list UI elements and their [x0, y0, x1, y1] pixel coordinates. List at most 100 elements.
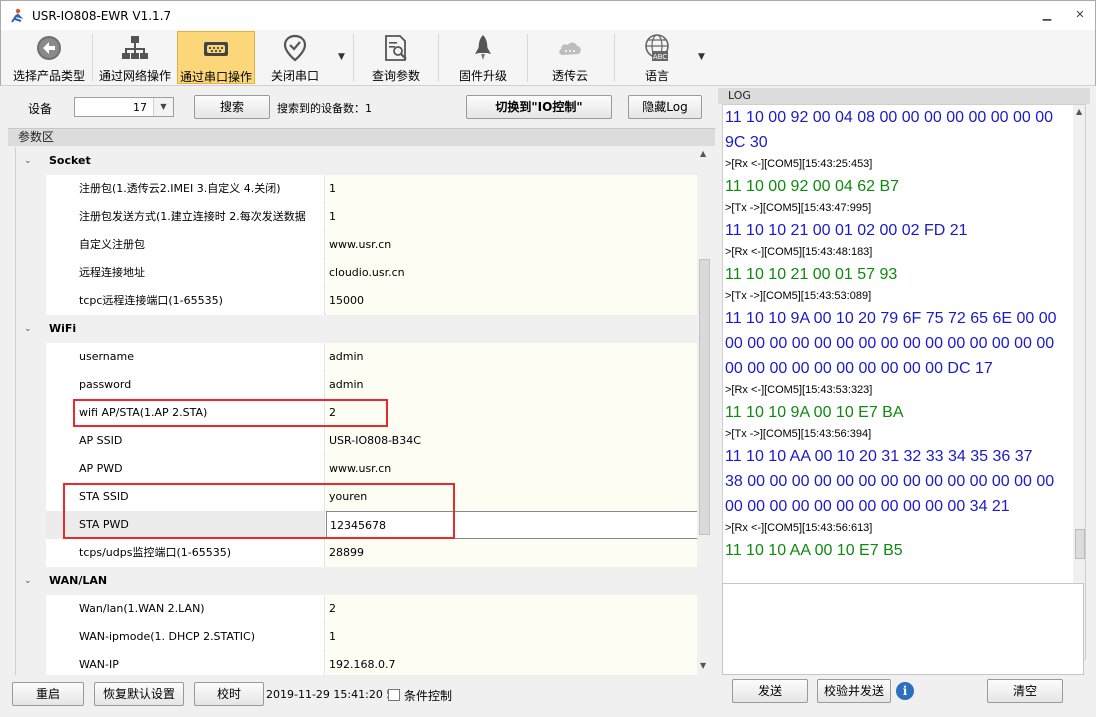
log-tx-line: 00 00 00 00 00 00 00 00 00 00 00 34 21: [725, 498, 1010, 515]
grid-scrollbar[interactable]: ▲ ▼: [697, 147, 712, 675]
log-rx-line: 11 10 00 92 00 04 62 B7: [725, 178, 900, 195]
send-input[interactable]: [722, 583, 1084, 675]
firmware-upgrade-button[interactable]: 固件升级: [447, 30, 519, 86]
device-value: 17: [133, 101, 147, 114]
query-document-icon: [385, 35, 407, 61]
property-row[interactable]: password admin: [16, 371, 697, 399]
property-row[interactable]: AP SSID USR-IO808-B34C: [16, 427, 697, 455]
svg-text:ABC: ABC: [653, 53, 667, 61]
sync-time-button[interactable]: 校时: [194, 682, 264, 706]
network-icon: [122, 36, 148, 59]
search-button[interactable]: 搜索: [194, 95, 270, 119]
switch-io-control-button[interactable]: 切换到"IO控制": [466, 95, 612, 119]
log-tx-line: 00 00 00 00 00 00 00 00 00 00 DC 17: [725, 360, 993, 377]
back-arrow-icon: [37, 36, 61, 60]
restart-button[interactable]: 重启: [12, 682, 84, 706]
category-wifi[interactable]: ⌄ WiFi: [16, 315, 697, 343]
serial-operation-button[interactable]: 通过串口操作: [177, 31, 255, 84]
info-icon[interactable]: i: [896, 682, 914, 700]
category-socket[interactable]: ⌄ Socket: [16, 147, 697, 175]
rocket-icon: [475, 35, 491, 60]
window-title: USR-IO808-EWR V1.1.7: [32, 9, 172, 23]
globe-abc-icon: ABC: [645, 34, 669, 61]
log-tx-line: 11 10 10 21 00 01 02 00 02 FD 21: [725, 222, 968, 239]
log-output: >[Tx ->][COM5][15:43:25:286]11 10 00 92 …: [722, 104, 1086, 660]
minimize-button[interactable]: ▁: [1039, 7, 1055, 23]
property-row[interactable]: 注册包(1.透传云2.IMEI 3.自定义 4.关闭) 1: [16, 175, 697, 203]
log-timestamp-line: >[Rx <-][COM5][15:43:56:613]: [725, 522, 873, 534]
clear-button[interactable]: 清空: [987, 679, 1063, 703]
log-timestamp-line: >[Rx <-][COM5][15:43:25:453]: [725, 158, 873, 170]
condition-label: 条件控制: [404, 689, 453, 703]
property-row[interactable]: STA SSID youren: [16, 483, 697, 511]
property-row[interactable]: WAN-ipmode(1. DHCP 2.STATIC) 1: [16, 623, 697, 651]
log-tx-line: 9C 30: [725, 134, 768, 151]
found-count-label: 搜索到的设备数：1: [277, 102, 372, 115]
property-row[interactable]: Wan/lan(1.WAN 2.LAN) 2: [16, 595, 697, 623]
restore-defaults-button[interactable]: 恢复默认设置: [94, 682, 184, 706]
device-bar: 设备 17 ▼ 搜索 搜索到的设备数：1 切换到"IO控制" 隐藏Log: [8, 88, 715, 126]
property-row[interactable]: 远程连接地址 cloudio.usr.cn: [16, 259, 697, 287]
property-row[interactable]: tcpc远程连接端口(1-65535) 15000: [16, 287, 697, 315]
log-tx-line: 11 10 00 92 00 04 08 00 00 00 00 00 00 0…: [725, 109, 1053, 126]
select-product-type-button[interactable]: 选择产品类型: [9, 30, 89, 86]
cloud-icon: [559, 42, 581, 55]
language-dropdown-icon[interactable]: ▼: [698, 52, 705, 62]
log-rx-line: 11 10 10 AA 00 10 E7 B5: [725, 542, 903, 559]
property-grid: ⌄ Socket 注册包(1.透传云2.IMEI 3.自定义 4.关闭) 1 注册…: [15, 147, 697, 675]
language-button[interactable]: ABC 语言: [621, 30, 693, 86]
chevron-down-icon[interactable]: ▼: [153, 98, 173, 116]
condition-checkbox[interactable]: [388, 689, 400, 701]
property-row[interactable]: WAN-IP 192.168.0.7: [16, 651, 697, 675]
serial-port-icon: [204, 42, 228, 56]
property-row[interactable]: username admin: [16, 343, 697, 371]
hide-log-button[interactable]: 隐藏Log: [628, 95, 702, 119]
scroll-up-icon[interactable]: ▲: [1076, 107, 1082, 116]
device-select[interactable]: 17 ▼: [74, 97, 174, 117]
log-rx-line: 11 10 10 21 00 01 57 93: [725, 266, 898, 283]
property-row[interactable]: tcps/udps监控端口(1-65535) 28899: [16, 539, 697, 567]
app-logo-icon: [11, 8, 24, 23]
log-scroll-thumb[interactable]: [1075, 529, 1085, 559]
log-lines: >[Tx ->][COM5][15:43:25:286]11 10 00 92 …: [723, 105, 1065, 563]
close-button[interactable]: ✕: [1072, 7, 1088, 23]
bottom-bar: 重启 恢复默认设置 校时 2019-11-29 15:41:20 5 条件控制: [8, 678, 715, 712]
category-wan-lan[interactable]: ⌄ WAN/LAN: [16, 567, 697, 595]
property-row[interactable]: 自定义注册包 www.usr.cn: [16, 231, 697, 259]
log-timestamp-line: >[Tx ->][COM5][15:43:56:394]: [725, 428, 872, 440]
log-tx-line: 11 10 10 AA 00 10 20 31 32 33 34 35 36 3…: [725, 448, 1033, 465]
log-tx-line: 38 00 00 00 00 00 00 00 00 00 00 00 00 0…: [725, 473, 1055, 490]
log-timestamp-line: >[Tx ->][COM5][15:43:47:995]: [725, 202, 872, 214]
property-row[interactable]: AP PWD www.usr.cn: [16, 455, 697, 483]
log-rx-line: 11 10 10 9A 00 10 E7 BA: [725, 404, 904, 421]
parameter-panel: 设备 17 ▼ 搜索 搜索到的设备数：1 切换到"IO控制" 隐藏Log 参数区…: [8, 88, 715, 712]
collapse-icon[interactable]: ⌄: [24, 315, 32, 343]
collapse-icon[interactable]: ⌄: [24, 147, 32, 175]
params-header: 参数区: [8, 128, 715, 146]
datetime-display: 2019-11-29 15:41:20 5: [266, 688, 394, 701]
location-check-icon: [283, 34, 307, 62]
log-timestamp-line: >[Rx <-][COM5][15:43:53:323]: [725, 384, 873, 396]
query-params-button[interactable]: 查询参数: [361, 30, 431, 86]
toolbar: 选择产品类型 通过网络操作 通过串口操作 关闭串口 ▼ 查询参数 固件升级 透传…: [0, 30, 1096, 86]
title-bar: USR-IO808-EWR V1.1.7 ▁ ✕: [0, 0, 1096, 30]
scroll-down-icon[interactable]: ▼: [700, 661, 706, 670]
collapse-icon[interactable]: ⌄: [24, 567, 32, 595]
log-timestamp-line: >[Tx ->][COM5][15:43:53:089]: [725, 290, 872, 302]
network-operation-button[interactable]: 通过网络操作: [95, 30, 175, 86]
send-button[interactable]: 发送: [732, 679, 808, 703]
scroll-up-icon[interactable]: ▲: [700, 149, 706, 158]
check-and-send-button[interactable]: 校验并发送: [817, 679, 891, 703]
close-serial-button[interactable]: 关闭串口: [257, 30, 333, 86]
scroll-thumb[interactable]: [699, 259, 710, 535]
transparent-cloud-button[interactable]: 透传云: [533, 30, 607, 86]
log-timestamp-line: >[Rx <-][COM5][15:43:48:183]: [725, 246, 873, 258]
property-row[interactable]: wifi AP/STA(1.AP 2.STA) 2: [16, 399, 697, 427]
log-header: LOG: [718, 88, 1090, 104]
property-row[interactable]: 注册包发送方式(1.建立连接时 2.每次发送数据 1: [16, 203, 697, 231]
log-scrollbar[interactable]: ▲ ▼: [1073, 105, 1085, 659]
device-label: 设备: [28, 102, 53, 116]
property-row-selected[interactable]: STA PWD 12345678: [16, 511, 697, 539]
close-serial-dropdown-icon[interactable]: ▼: [338, 52, 345, 62]
log-tx-line: 00 00 00 00 00 00 00 00 00 00 00 00 00 0…: [725, 335, 1055, 352]
